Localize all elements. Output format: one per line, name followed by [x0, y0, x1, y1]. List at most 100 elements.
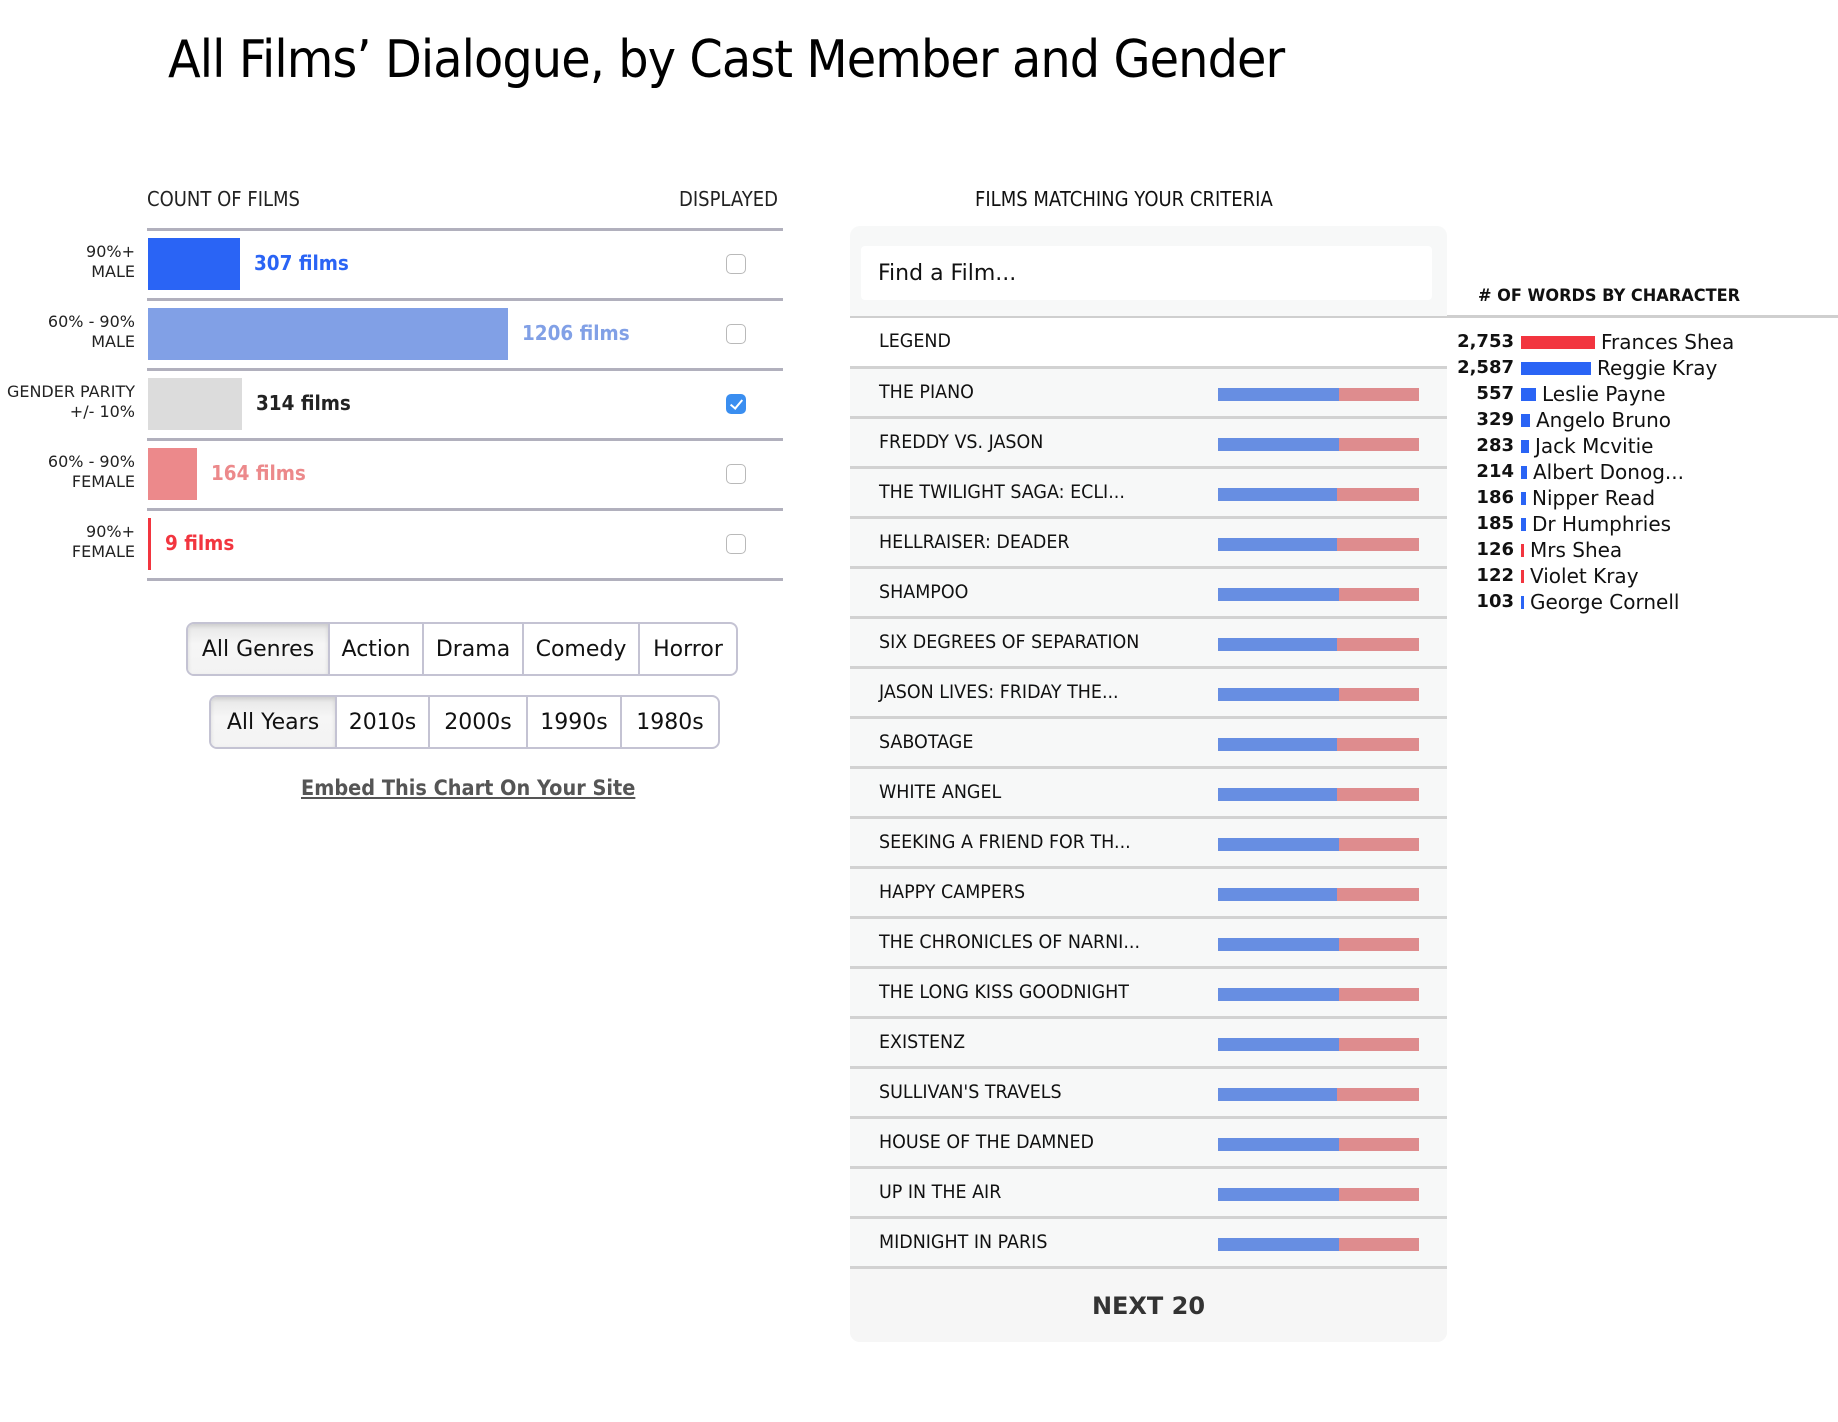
- label-line: 60% - 90%: [47, 452, 135, 471]
- filter-option-action[interactable]: Action: [328, 624, 422, 674]
- character-name: Angelo Bruno: [1536, 408, 1672, 432]
- male-share-segment: [1218, 688, 1339, 701]
- film-title: HOUSE OF THE DAMNED: [879, 1131, 1094, 1153]
- gender-split-bar: [1218, 388, 1419, 401]
- row-divider: [147, 298, 783, 301]
- film-title: FREDDY VS. JASON: [879, 431, 1044, 453]
- film-row[interactable]: THE CHRONICLES OF NARNI...: [850, 916, 1447, 966]
- male-share-segment: [1218, 738, 1337, 751]
- filter-option-comedy[interactable]: Comedy: [522, 624, 638, 674]
- displayed-checkbox[interactable]: [726, 394, 746, 414]
- female-share-segment: [1338, 838, 1419, 851]
- displayed-checkbox[interactable]: [726, 324, 746, 344]
- displayed-checkbox[interactable]: [726, 534, 746, 554]
- female-share-segment: [1338, 438, 1419, 451]
- filter-option-horror[interactable]: Horror: [638, 624, 736, 674]
- film-row[interactable]: HELLRAISER: DEADER: [850, 516, 1447, 566]
- film-row[interactable]: THE PIANO: [850, 366, 1447, 416]
- film-count-label: 307 films: [254, 251, 349, 275]
- film-row[interactable]: THE TWILIGHT SAGA: ECLI...: [850, 466, 1447, 516]
- character-row: 214 Albert Donog...: [1440, 460, 1838, 486]
- word-count: 126: [1476, 539, 1514, 560]
- character-name: Dr Humphries: [1532, 512, 1672, 536]
- female-share-segment: [1336, 488, 1419, 501]
- character-row: 126 Mrs Shea: [1440, 538, 1838, 564]
- female-share-segment: [1336, 888, 1419, 901]
- gender-split-bar: [1218, 938, 1419, 951]
- label-line: MALE: [91, 332, 135, 351]
- film-title: HAPPY CAMPERS: [879, 881, 1026, 903]
- film-row[interactable]: THE LONG KISS GOODNIGHT: [850, 966, 1447, 1016]
- film-row[interactable]: UP IN THE AIR: [850, 1166, 1447, 1216]
- male-share-segment: [1218, 488, 1337, 501]
- film-row[interactable]: JASON LIVES: FRIDAY THE...: [850, 666, 1447, 716]
- label-line: +/- 10%: [69, 402, 135, 421]
- film-row[interactable]: MIDNIGHT IN PARIS: [850, 1216, 1447, 1266]
- row-divider: [147, 228, 783, 231]
- word-bar: [1521, 466, 1527, 479]
- character-row: 122 Violet Kray: [1440, 564, 1838, 590]
- gender-split-bar: [1218, 688, 1419, 701]
- filter-option-all-genres[interactable]: All Genres: [188, 624, 328, 674]
- gender-bar[interactable]: [148, 238, 240, 290]
- male-share-segment: [1218, 388, 1339, 401]
- filter-option-all-years[interactable]: All Years: [211, 697, 335, 747]
- film-title: UP IN THE AIR: [879, 1181, 1002, 1203]
- word-bar: [1521, 388, 1536, 401]
- film-row[interactable]: SIX DEGREES OF SEPARATION: [850, 616, 1447, 666]
- label-line: 90%+: [86, 522, 135, 541]
- next-20-button[interactable]: NEXT 20: [850, 1266, 1447, 1342]
- film-row[interactable]: HOUSE OF THE DAMNED: [850, 1116, 1447, 1166]
- gender-category-label: GENDER PARITY +/- 10%: [0, 382, 135, 422]
- word-count: 2,587: [1457, 357, 1514, 378]
- word-count: 329: [1476, 409, 1514, 430]
- displayed-checkbox[interactable]: [726, 254, 746, 274]
- word-count: 283: [1476, 435, 1514, 456]
- female-share-segment: [1338, 1188, 1419, 1201]
- word-count: 214: [1476, 461, 1514, 482]
- film-row[interactable]: SEEKING A FRIEND FOR TH...: [850, 816, 1447, 866]
- word-bar: [1521, 336, 1595, 349]
- film-row[interactable]: SHAMPOO: [850, 566, 1447, 616]
- male-share-segment: [1218, 538, 1337, 551]
- filter-option-2000s[interactable]: 2000s: [428, 697, 526, 747]
- film-row[interactable]: SULLIVAN'S TRAVELS: [850, 1066, 1447, 1116]
- female-share-segment: [1336, 738, 1419, 751]
- word-count: 103: [1476, 591, 1514, 612]
- male-share-segment: [1218, 1088, 1337, 1101]
- female-share-segment: [1336, 638, 1419, 651]
- gender-split-bar: [1218, 1088, 1419, 1101]
- gender-bar[interactable]: [148, 518, 151, 570]
- filter-option-1980s[interactable]: 1980s: [620, 697, 718, 747]
- gender-bar[interactable]: [148, 308, 508, 360]
- label-line: FEMALE: [71, 472, 135, 491]
- film-row[interactable]: FREDDY VS. JASON: [850, 416, 1447, 466]
- male-share-segment: [1218, 638, 1337, 651]
- word-bar: [1521, 518, 1526, 531]
- male-share-segment: [1218, 1188, 1339, 1201]
- find-film-search-input[interactable]: [861, 246, 1432, 300]
- filter-option-1990s[interactable]: 1990s: [526, 697, 620, 747]
- gender-split-bar: [1218, 738, 1419, 751]
- female-share-segment: [1338, 988, 1419, 1001]
- displayed-checkbox[interactable]: [726, 464, 746, 484]
- film-row[interactable]: SABOTAGE: [850, 716, 1447, 766]
- filter-option-2010s[interactable]: 2010s: [335, 697, 428, 747]
- legend-label[interactable]: LEGEND: [879, 330, 951, 352]
- film-row[interactable]: HAPPY CAMPERS: [850, 866, 1447, 916]
- word-bar: [1521, 544, 1524, 557]
- gender-bar[interactable]: [148, 378, 242, 430]
- film-title: SEEKING A FRIEND FOR TH...: [879, 831, 1131, 853]
- embed-chart-link[interactable]: Embed This Chart On Your Site: [301, 776, 635, 800]
- film-title: SABOTAGE: [879, 731, 974, 753]
- film-row[interactable]: EXISTENZ: [850, 1016, 1447, 1066]
- gender-split-bar: [1218, 788, 1419, 801]
- film-title: MIDNIGHT IN PARIS: [879, 1231, 1048, 1253]
- female-share-segment: [1338, 1138, 1419, 1151]
- film-title: HELLRAISER: DEADER: [879, 531, 1070, 553]
- gender-category-label: 60% - 90% FEMALE: [0, 452, 135, 492]
- gender-bar[interactable]: [148, 448, 197, 500]
- gender-split-bar: [1218, 538, 1419, 551]
- film-row[interactable]: WHITE ANGEL: [850, 766, 1447, 816]
- filter-option-drama[interactable]: Drama: [422, 624, 522, 674]
